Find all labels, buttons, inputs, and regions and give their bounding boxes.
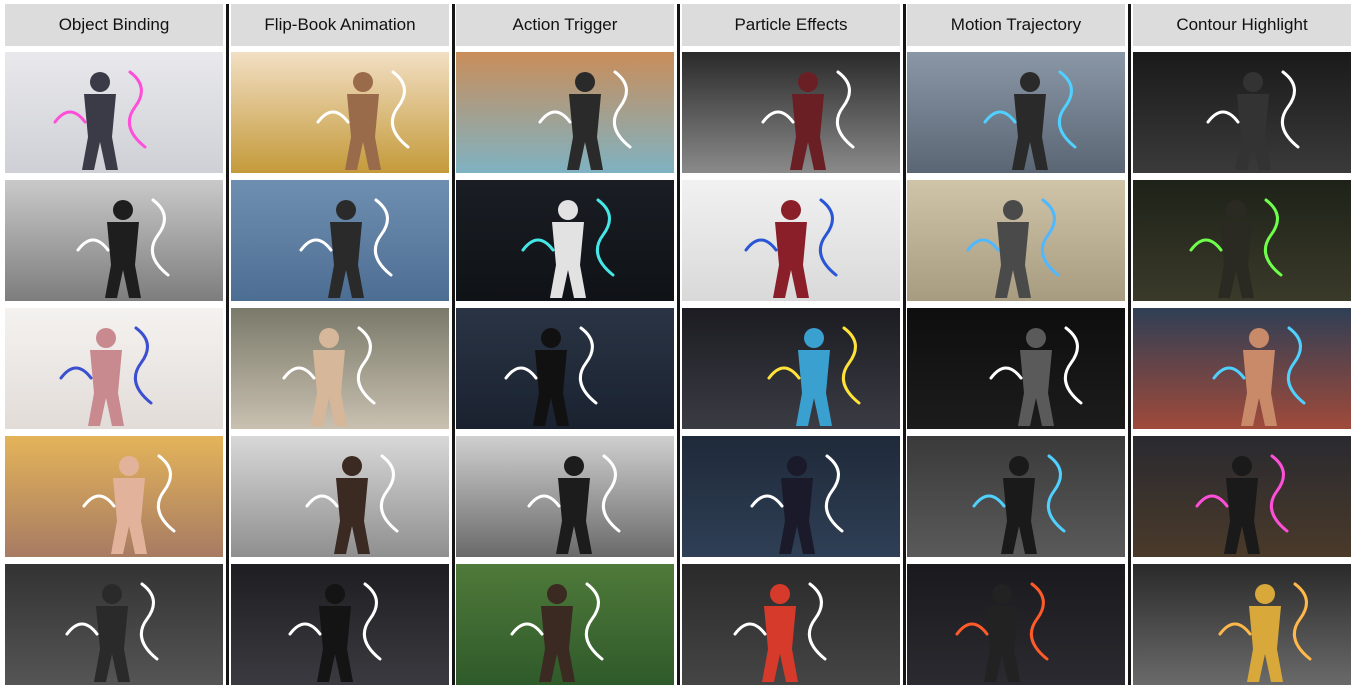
video-thumbnail: dancer leg sweep bbox=[907, 180, 1125, 301]
video-thumbnail: pouring drink into glass bbox=[682, 52, 900, 173]
scene-background bbox=[1133, 308, 1351, 429]
video-thumbnail: person with white drawn wings bbox=[5, 180, 223, 301]
column-flip-book-animation: Flip-Book Animation smiling woman with s… bbox=[231, 0, 449, 685]
column-header: Motion Trajectory bbox=[907, 4, 1125, 46]
scene-background bbox=[907, 308, 1125, 429]
video-thumbnail: smiling woman with sunflowers bbox=[231, 52, 449, 173]
column-divider bbox=[677, 4, 680, 685]
column-header: Flip-Book Animation bbox=[231, 4, 449, 46]
video-effects-grid: Object Binding two dancers with crown an… bbox=[0, 0, 1351, 685]
scene-background bbox=[456, 52, 674, 173]
video-thumbnail: dancer outlined white in garage bbox=[1133, 52, 1351, 173]
column-divider bbox=[452, 4, 455, 685]
video-thumbnail: toasting glasses bbox=[231, 308, 449, 429]
video-thumbnail: man singing into microphone bbox=[231, 436, 449, 557]
column-header: Object Binding bbox=[5, 4, 223, 46]
video-thumbnail: man in snowy spotlight bbox=[682, 436, 900, 557]
column-header: Particle Effects bbox=[682, 4, 900, 46]
column-header: Action Trigger bbox=[456, 4, 674, 46]
column-action-trigger: Action Trigger basketball dribble on cou… bbox=[456, 0, 674, 685]
video-thumbnail: toy car with drawn outline bbox=[5, 564, 223, 685]
column-contour-highlight: Contour Highlight dancer outlined white … bbox=[1133, 0, 1351, 685]
column-motion-trajectory: Motion Trajectory cartwheel on beachdanc… bbox=[907, 0, 1125, 685]
video-thumbnail: band with neon contours bbox=[1133, 180, 1351, 301]
video-thumbnail: man in dark room bbox=[231, 564, 449, 685]
video-thumbnail: hands with outlined cards bbox=[1133, 308, 1351, 429]
column-divider bbox=[226, 4, 229, 685]
video-thumbnail: girl holding drawn balloon bbox=[5, 308, 223, 429]
video-thumbnail: woman under yellow particles bbox=[682, 308, 900, 429]
video-thumbnail: dancer with glowing trail bbox=[907, 564, 1125, 685]
video-thumbnail: skateboarder black and white bbox=[456, 436, 674, 557]
column-divider bbox=[903, 4, 906, 685]
scene-background bbox=[682, 52, 900, 173]
column-header: Contour Highlight bbox=[1133, 4, 1351, 46]
column-divider bbox=[1128, 4, 1131, 685]
video-thumbnail: motorcycle jump in sky bbox=[231, 180, 449, 301]
video-thumbnail: man drawing light trail bbox=[907, 308, 1125, 429]
video-thumbnail: man in striped shirt bbox=[456, 308, 674, 429]
column-particle-effects: Particle Effects pouring drink into glas… bbox=[682, 0, 900, 685]
video-thumbnail: boy with drawn bubbles bbox=[682, 180, 900, 301]
video-thumbnail: woman in red with particles bbox=[682, 564, 900, 685]
video-thumbnail: two dancers with arm trails bbox=[907, 436, 1125, 557]
video-thumbnail: cartwheel on beach bbox=[907, 52, 1125, 173]
video-thumbnail: dance group on stage bbox=[456, 180, 674, 301]
column-object-binding: Object Binding two dancers with crown an… bbox=[5, 0, 223, 685]
video-thumbnail: hand holding drawn rocket bbox=[5, 436, 223, 557]
video-thumbnail: dancer with magenta contour bbox=[1133, 436, 1351, 557]
video-thumbnail: glowing pickup truck bbox=[1133, 564, 1351, 685]
video-thumbnail: basketball dribble on court bbox=[456, 52, 674, 173]
video-thumbnail: soccer ball kick on grass bbox=[456, 564, 674, 685]
video-thumbnail: two dancers with crown and horn overlay bbox=[5, 52, 223, 173]
